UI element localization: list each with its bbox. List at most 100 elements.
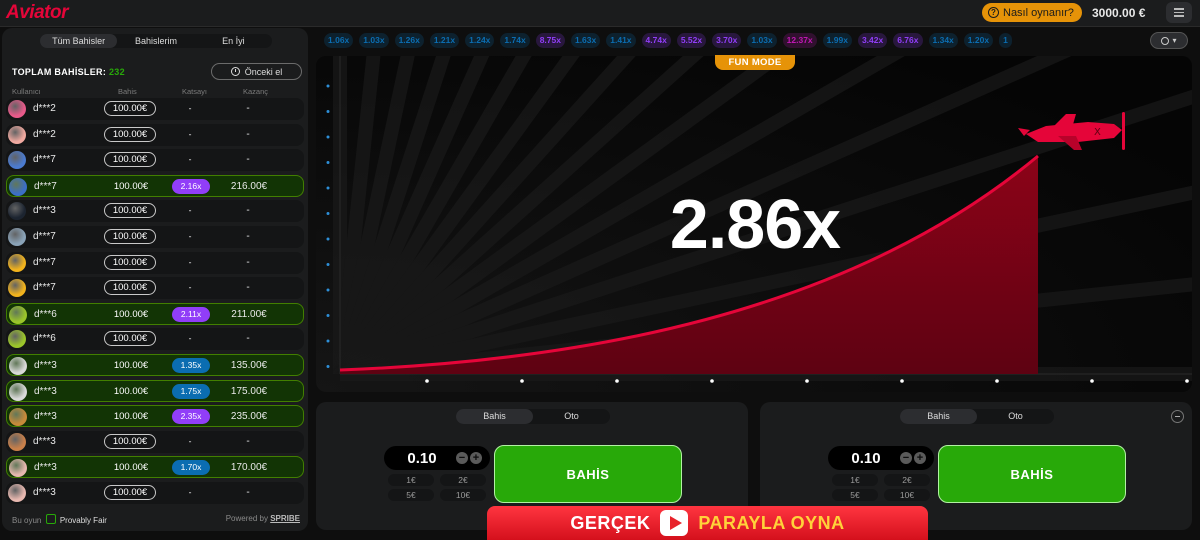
place-bet-button[interactable]: BAHİS	[494, 445, 682, 503]
bet-row: d***7 100.00€ - -	[6, 226, 304, 248]
bet-win: 175.00€	[230, 385, 268, 397]
history-multiplier[interactable]: 8.75x	[535, 33, 565, 48]
minus-icon[interactable]: −	[900, 452, 912, 464]
current-multiplier: 2.86x	[669, 185, 841, 263]
avatar	[9, 408, 27, 427]
quick-amount-5[interactable]: 5€	[388, 489, 434, 501]
bet-row: d***3 100.00€ - -	[6, 430, 304, 453]
plus-icon[interactable]: +	[914, 452, 926, 464]
quick-amount-1[interactable]: 1€	[832, 474, 878, 486]
quick-amount-2[interactable]: 2€	[440, 474, 486, 486]
quick-amount-1[interactable]: 1€	[388, 474, 434, 486]
bet-amount-stepper[interactable]: 0.10 − +	[384, 446, 490, 470]
real-money-banner[interactable]: GERÇEK PARAYLA OYNA	[487, 506, 928, 540]
spribe-logo: SPRIBE	[270, 514, 300, 523]
bet-coefficient: -	[188, 333, 192, 344]
avatar	[8, 432, 26, 451]
history-multiplier[interactable]: 3.42x	[857, 33, 888, 48]
quick-amount-2[interactable]: 2€	[884, 474, 930, 486]
bet-amount: 100.00€	[113, 308, 149, 320]
history-multiplier[interactable]: 1.34x	[928, 33, 958, 48]
quick-amount-5[interactable]: 5€	[832, 489, 878, 501]
remove-panel-icon[interactable]	[1171, 410, 1184, 423]
history-toggle-button[interactable]: ▾	[1150, 32, 1188, 49]
history-multiplier[interactable]: 5.52x	[676, 33, 707, 48]
y-axis-dot	[326, 110, 330, 113]
history-multiplier[interactable]: 3.70x	[712, 33, 742, 48]
bet-user: d***7	[33, 282, 56, 294]
play-icon	[660, 510, 689, 536]
minus-icon[interactable]: −	[456, 452, 468, 464]
x-axis-dot	[615, 379, 619, 383]
avatar	[8, 279, 26, 298]
history-multiplier[interactable]: 4.74x	[641, 33, 671, 48]
question-icon: ?	[988, 7, 999, 18]
quick-amount-10[interactable]: 10€	[884, 489, 930, 501]
history-multiplier[interactable]: 1.24x	[465, 33, 495, 48]
history-multiplier[interactable]: 6.76x	[893, 33, 923, 48]
bet-amount-stepper[interactable]: 0.10 − +	[828, 446, 934, 470]
bet-amount-value[interactable]: 0.10	[392, 450, 452, 467]
history-multiplier[interactable]: 1.03x	[747, 33, 777, 48]
multiplier-history: 1.06x 1.03x 1.26x 1.21x 1.24x 1.74x 8.75x 1.63x…	[324, 33, 1012, 48]
history-multiplier[interactable]: 1.63x	[570, 33, 601, 48]
previous-round-button[interactable]: Önceki el	[211, 63, 302, 80]
avatar	[9, 305, 27, 324]
how-to-play-button[interactable]: ? Nasıl oynanır?	[982, 3, 1082, 22]
bet-row: d***3 100.00€ - -	[6, 482, 304, 504]
avatar	[8, 125, 26, 144]
bet-amount-value[interactable]: 0.10	[836, 450, 896, 467]
menu-button[interactable]	[1166, 2, 1192, 23]
bet-amount: 100.00€	[113, 385, 149, 397]
bet-row: d***7 100.00€ - -	[6, 277, 304, 300]
history-multiplier[interactable]: 1	[999, 33, 1012, 48]
history-multiplier[interactable]: 1.99x	[822, 33, 852, 48]
history-multiplier[interactable]: 1.41x	[606, 33, 636, 48]
bets-tabs: Tüm Bahisler Bahislerim En İyi	[40, 34, 272, 48]
tab-auto[interactable]: Oto	[977, 409, 1054, 424]
provably-fair-link[interactable]: Bu oyun Provably Fair	[12, 514, 107, 525]
bet-win: 211.00€	[231, 308, 267, 320]
place-bet-button[interactable]: BAHİS	[938, 445, 1126, 503]
bet-row: d***2 100.00€ - -	[6, 98, 304, 120]
bet-coefficient: 1.35x	[172, 358, 210, 373]
tab-bet[interactable]: Bahis	[900, 409, 977, 424]
plus-icon[interactable]: +	[470, 452, 482, 464]
bet-coefficient: -	[188, 435, 192, 446]
quick-amount-10[interactable]: 10€	[440, 489, 486, 501]
bet-user: d***3	[34, 385, 57, 397]
tab-bet[interactable]: Bahis	[456, 409, 533, 424]
history-multiplier[interactable]: 1.20x	[963, 33, 994, 48]
history-multiplier[interactable]: 1.74x	[500, 33, 530, 48]
col-win: Kazanç	[243, 87, 269, 96]
bet-row: d***3 100.00€ 1.75x 175.00€	[6, 379, 304, 402]
bet-row: d***7 100.00€ - -	[6, 251, 304, 274]
bet-win: -	[246, 205, 250, 217]
y-axis-dot	[326, 314, 330, 317]
bet-user: d***6	[34, 308, 57, 320]
chevron-down-icon: ▾	[1172, 36, 1177, 45]
history-multiplier[interactable]: 1.21x	[429, 33, 460, 48]
tab-all-bets[interactable]: Tüm Bahisler	[40, 34, 118, 48]
y-axis-dot	[326, 135, 330, 139]
bet-amount: 100.00€	[104, 152, 156, 168]
tab-top[interactable]: En İyi	[195, 34, 272, 48]
y-axis-dot	[326, 339, 330, 343]
history-multiplier[interactable]: 1.03x	[359, 33, 389, 48]
tab-auto[interactable]: Oto	[533, 409, 610, 424]
history-multiplier[interactable]: 1.06x	[324, 33, 354, 48]
bet-mode-toggle: Bahis Oto	[456, 409, 610, 424]
history-multiplier[interactable]: 12.37x	[782, 33, 817, 48]
avatar	[9, 357, 27, 375]
history-multiplier[interactable]: 1.26x	[394, 33, 424, 48]
tab-my-bets[interactable]: Bahislerim	[117, 34, 194, 48]
bet-coefficient: -	[188, 205, 192, 216]
bet-coefficient: -	[188, 154, 192, 165]
bet-user: d***2	[33, 128, 56, 140]
bet-row: d***3 100.00€ 1.70x 170.00€	[6, 456, 304, 479]
bet-row: d***3 100.00€ - -	[6, 200, 304, 223]
x-axis-dot	[900, 379, 904, 383]
y-axis-dot	[326, 365, 330, 368]
bet-amount: 100.00€	[113, 462, 149, 474]
col-coef: Katsayı	[182, 87, 208, 96]
